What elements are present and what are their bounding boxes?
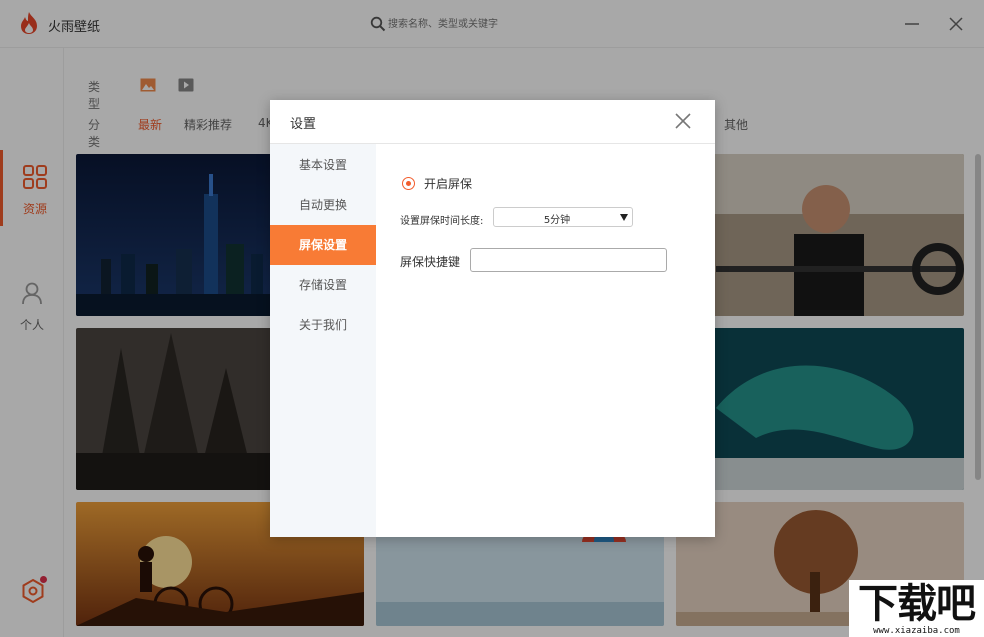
watermark-url: www.xiazaiba.com — [873, 626, 960, 636]
duration-value: 5分钟 — [543, 215, 571, 226]
settings-dialog: 设置 基本设置 自动更换 屏保设置 存储设置 关于我们 开启屏保 设置屏保时间长… — [270, 100, 715, 537]
watermark: 下载吧 www.xiazaiba.com — [849, 580, 984, 637]
dropdown-arrow-icon — [620, 214, 628, 221]
settings-nav: 基本设置 自动更换 屏保设置 存储设置 关于我们 — [270, 144, 376, 537]
dialog-header: 设置 — [270, 100, 715, 144]
screensaver-panel: 开启屏保 设置屏保时间长度: 5分钟 屏保快捷键 — [376, 144, 715, 537]
enable-screensaver-radio[interactable] — [402, 177, 415, 190]
nav-item-storage-settings[interactable]: 存储设置 — [270, 265, 376, 305]
hotkey-input[interactable] — [470, 248, 667, 272]
watermark-logo-text: 下载吧 — [858, 581, 976, 627]
hotkey-label: 屏保快捷键 — [400, 255, 461, 269]
nav-item-screensaver-settings[interactable]: 屏保设置 — [270, 225, 376, 265]
nav-item-basic-settings[interactable]: 基本设置 — [270, 145, 376, 185]
nav-item-auto-change[interactable]: 自动更换 — [270, 185, 376, 225]
duration-label: 设置屏保时间长度: — [400, 216, 484, 227]
close-icon[interactable] — [673, 111, 693, 131]
enable-screensaver-label: 开启屏保 — [424, 177, 473, 191]
nav-item-about-us[interactable]: 关于我们 — [270, 305, 376, 345]
dialog-title: 设置 — [290, 117, 317, 132]
duration-select[interactable]: 5分钟 — [493, 207, 633, 227]
